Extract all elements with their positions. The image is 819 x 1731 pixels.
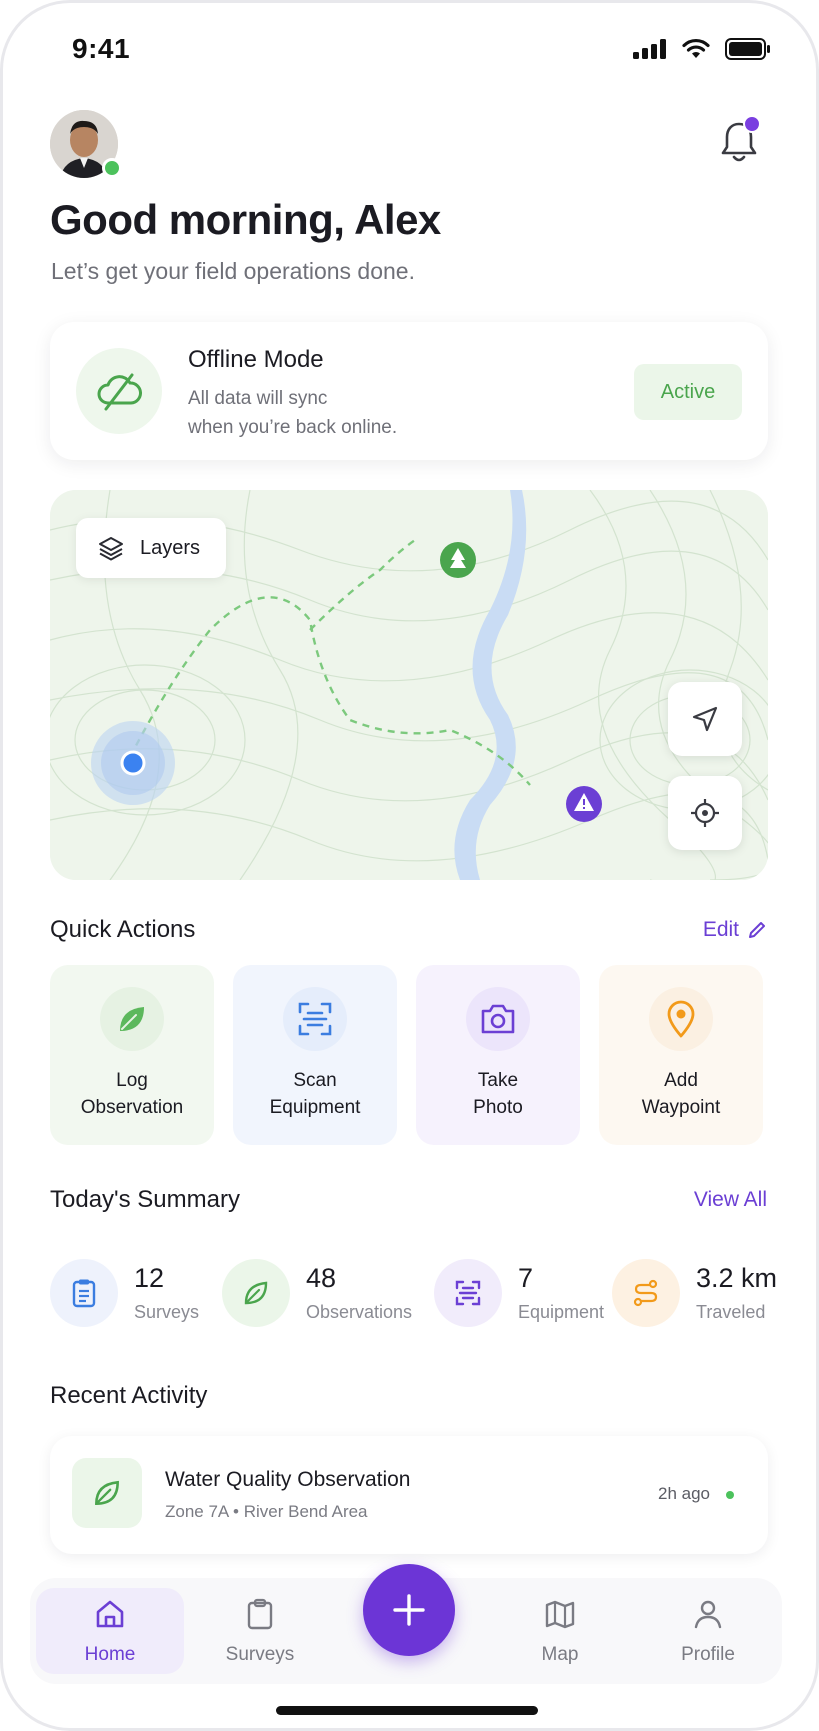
route-icon — [612, 1259, 680, 1327]
offline-title: Offline Mode — [188, 346, 324, 373]
crosshair-icon — [691, 799, 719, 827]
status-icons — [633, 38, 771, 60]
summary-text: 3.2 km Traveled — [696, 1263, 777, 1323]
quick-actions-title: Quick Actions — [50, 916, 196, 943]
quick-action-line2: Observation — [80, 1097, 184, 1118]
status-bar: 9:41 — [0, 0, 819, 100]
offline-description: All data will sync when you’re back onli… — [188, 384, 448, 442]
navigate-button[interactable] — [668, 682, 742, 756]
quick-action-label: Log Observation — [50, 1067, 214, 1121]
plus-icon — [393, 1594, 425, 1626]
quick-action-line2: Photo — [473, 1097, 523, 1118]
online-status-dot — [102, 158, 122, 178]
summary-text: 12 Surveys — [134, 1263, 199, 1323]
edit-label: Edit — [702, 918, 739, 941]
layers-button[interactable]: Layers — [76, 518, 226, 578]
tab-label: Map — [541, 1644, 579, 1665]
summary-label: Surveys — [134, 1302, 200, 1322]
quick-action-label: Add Waypoint — [599, 1067, 763, 1121]
offline-desc-line1: All data will sync — [188, 388, 328, 409]
activity-time: 2h ago — [658, 1484, 710, 1503]
tab-label: Home — [84, 1644, 136, 1665]
tab-label: Surveys — [225, 1644, 295, 1665]
summary-item-traveled[interactable]: 3.2 km Traveled — [612, 1259, 777, 1327]
tab-profile[interactable]: Profile — [634, 1588, 782, 1674]
offline-desc-line2: when you’re back online. — [188, 417, 398, 438]
quick-action-line1: Log — [116, 1070, 148, 1091]
notification-badge — [743, 115, 761, 133]
summary-item-surveys[interactable]: 12 Surveys — [50, 1259, 199, 1327]
quick-action-line1: Scan — [293, 1070, 337, 1091]
cellular-signal-icon — [633, 39, 666, 59]
tab-map[interactable]: Map — [486, 1588, 634, 1674]
summary-text: 7 Equipment — [518, 1263, 604, 1323]
app-screen: 9:41 Good morning, Alex Let’s get your f… — [0, 0, 819, 1731]
leaf-outline-icon — [222, 1259, 290, 1327]
add-button[interactable] — [363, 1564, 455, 1656]
quick-action-label: Take Photo — [416, 1067, 580, 1121]
scan-icon — [283, 987, 347, 1051]
leaf-outline-icon — [72, 1458, 142, 1528]
view-all-link[interactable]: View All — [694, 1188, 767, 1212]
layers-icon — [99, 537, 123, 561]
summary-item-equipment[interactable]: 7 Equipment — [434, 1259, 604, 1327]
recent-activity-title: Recent Activity — [50, 1382, 208, 1409]
scan-equipment-icon — [434, 1259, 502, 1327]
navigation-arrow-icon — [692, 706, 718, 732]
battery-icon — [725, 38, 770, 60]
map-preview[interactable]: Layers — [50, 490, 768, 880]
activity-subtitle: Zone 7A • River Bend Area — [165, 1502, 368, 1521]
summary-label: Observations — [306, 1302, 413, 1322]
tab-surveys[interactable]: Surveys — [186, 1588, 334, 1674]
summary-text: 48 Observations — [306, 1263, 412, 1323]
edit-quick-actions-button[interactable]: Edit — [703, 918, 767, 942]
status-time: 9:41 — [72, 33, 131, 64]
quick-action-label: Scan Equipment — [233, 1067, 397, 1121]
quick-action-line2: Equipment — [269, 1097, 361, 1118]
tab-home[interactable]: Home — [36, 1588, 184, 1674]
summary-label: Equipment — [518, 1302, 605, 1322]
activity-item[interactable]: Water Quality Observation Zone 7A • Rive… — [50, 1436, 768, 1554]
quick-action-scan-equipment[interactable]: Scan Equipment — [233, 965, 397, 1145]
home-icon — [96, 1600, 124, 1628]
offline-mode-card: Offline Mode All data will sync when you… — [50, 322, 768, 460]
clipboard-icon — [247, 1598, 273, 1630]
wifi-icon — [682, 38, 710, 58]
quick-action-line1: Add — [664, 1070, 698, 1091]
greeting-title: Good morning, Alex — [50, 196, 441, 243]
home-indicator — [276, 1706, 538, 1715]
summary-value: 12 — [134, 1263, 165, 1293]
offline-cloud-icon — [76, 348, 162, 434]
tab-label: Profile — [681, 1644, 735, 1665]
map-icon — [545, 1600, 575, 1629]
pin-icon — [649, 987, 713, 1051]
activity-status-dot — [726, 1491, 734, 1499]
summary-item-observations[interactable]: 48 Observations — [222, 1259, 412, 1327]
activity-title: Water Quality Observation — [165, 1468, 411, 1491]
greeting-subtitle: Let’s get your field operations done. — [51, 258, 415, 284]
quick-action-line2: Waypoint — [641, 1097, 721, 1118]
user-icon — [694, 1600, 722, 1629]
pencil-icon — [749, 922, 765, 938]
camera-icon — [466, 987, 530, 1051]
leaf-icon — [100, 987, 164, 1051]
offline-active-badge[interactable]: Active — [634, 364, 742, 420]
todays-summary-title: Today's Summary — [50, 1186, 240, 1213]
quick-action-take-photo[interactable]: Take Photo — [416, 965, 580, 1145]
layers-label: Layers — [140, 536, 201, 559]
quick-action-log-observation[interactable]: Log Observation — [50, 965, 214, 1145]
quick-action-line1: Take — [477, 1070, 519, 1091]
quick-action-add-waypoint[interactable]: Add Waypoint — [599, 965, 763, 1145]
locate-me-button[interactable] — [668, 776, 742, 850]
clipboard-icon — [50, 1259, 118, 1327]
summary-label: Traveled — [696, 1302, 766, 1322]
summary-value: 3.2 km — [696, 1263, 778, 1293]
summary-value: 48 — [306, 1263, 337, 1293]
summary-value: 7 — [518, 1263, 534, 1293]
